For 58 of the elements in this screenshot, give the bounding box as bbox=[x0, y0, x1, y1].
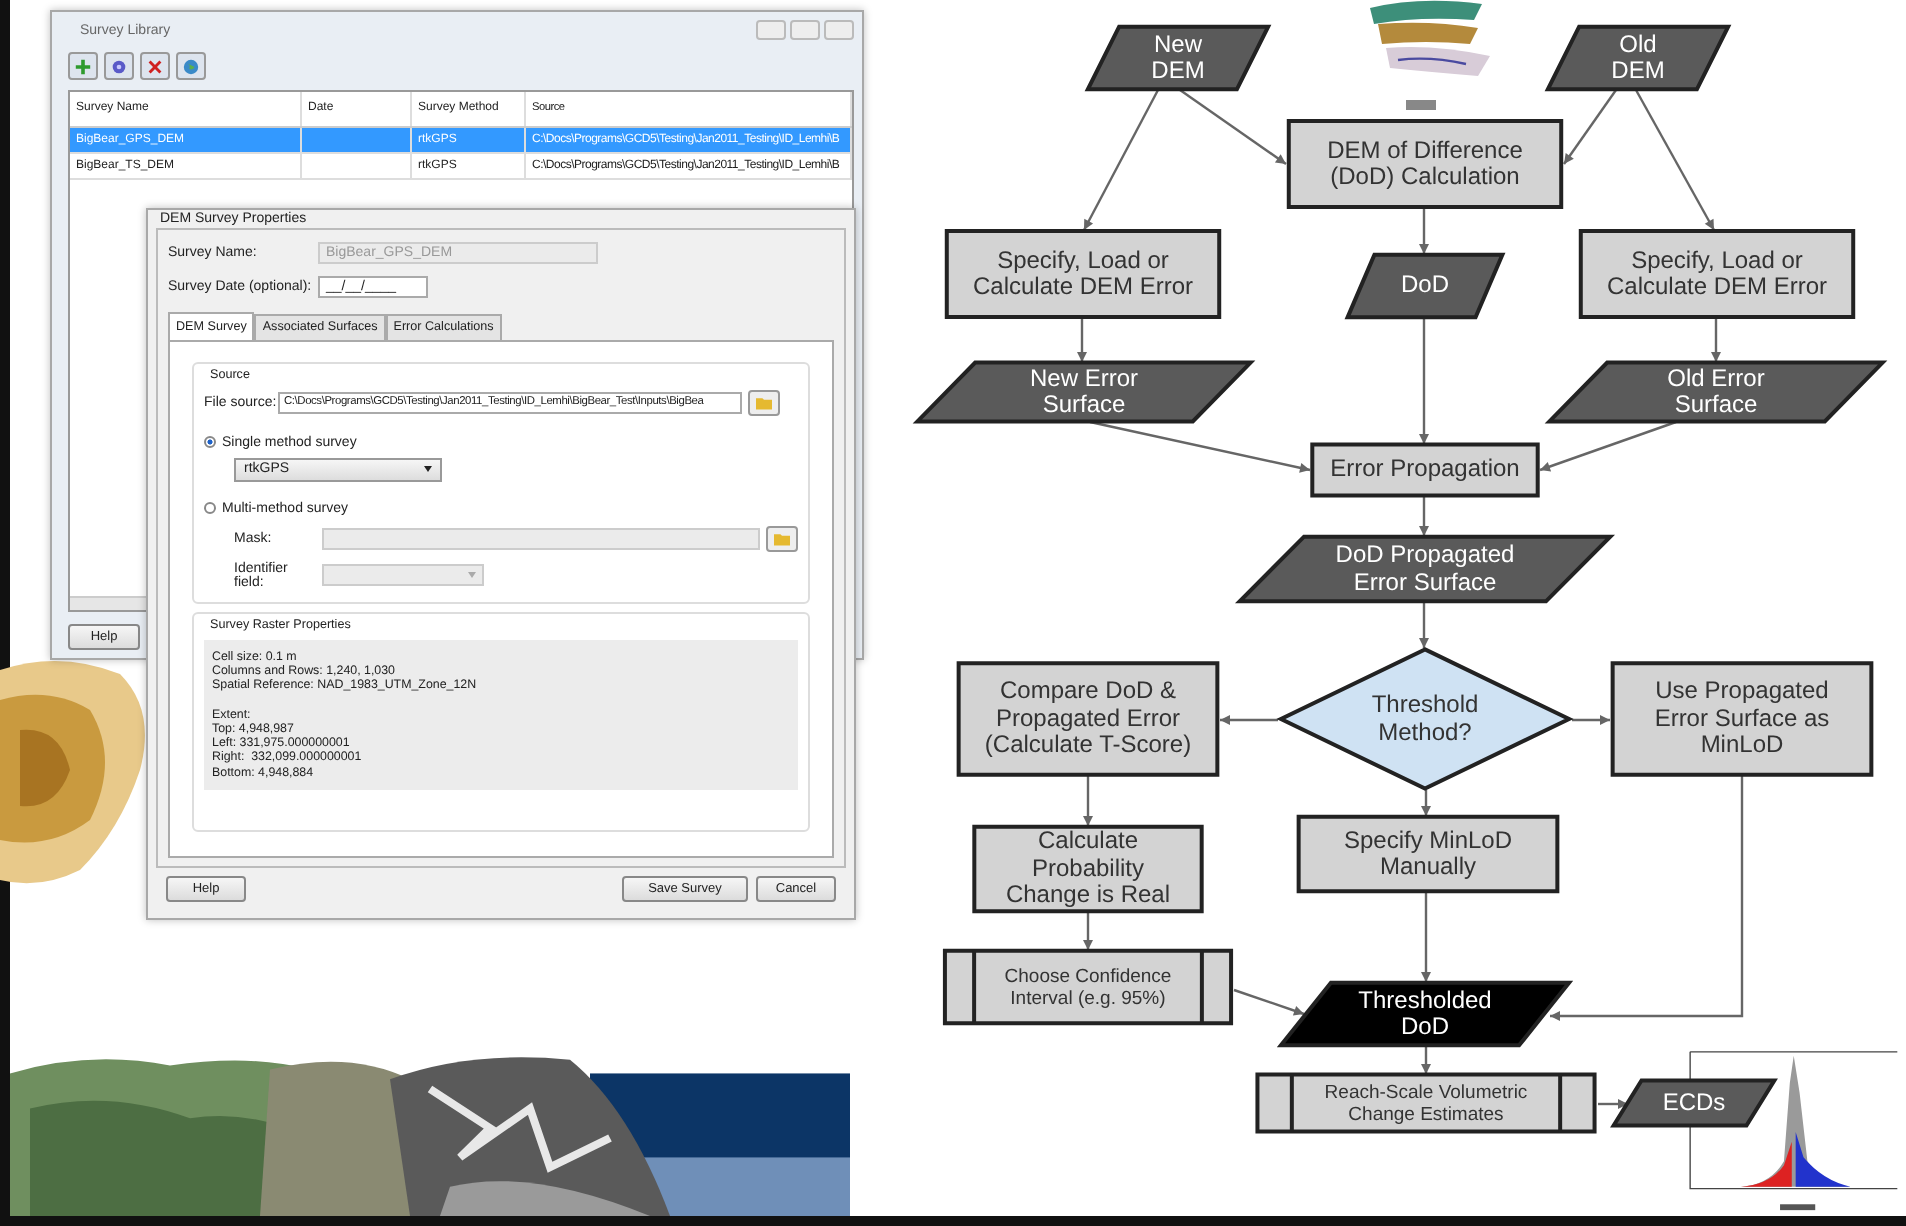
connector-arrow bbox=[1711, 318, 1721, 362]
data-node: Old Error Surface bbox=[1546, 362, 1886, 422]
mask-field[interactable] bbox=[321, 527, 761, 550]
connector-arrow bbox=[1419, 496, 1429, 536]
close-button[interactable] bbox=[824, 20, 854, 40]
connector-arrow bbox=[1421, 1046, 1431, 1074]
connector-arrow bbox=[1634, 89, 1716, 231]
connector-arrow bbox=[1539, 420, 1677, 472]
connector-arrow bbox=[1179, 89, 1287, 165]
folder-icon bbox=[774, 531, 791, 546]
connector-arrow bbox=[1419, 208, 1429, 254]
browse-button[interactable] bbox=[766, 525, 798, 552]
connector-arrow bbox=[1419, 602, 1429, 648]
connector-arrow bbox=[1077, 318, 1087, 362]
add-button[interactable] bbox=[68, 52, 98, 80]
maximize-button[interactable] bbox=[790, 20, 820, 40]
connector-arrow bbox=[1563, 89, 1617, 165]
globe-button[interactable] bbox=[176, 52, 206, 80]
globe-icon bbox=[182, 57, 200, 75]
subprocess-step: Reach-Scale Volumetric Change Estimates bbox=[1254, 1074, 1598, 1132]
process-step: Error Propagation bbox=[1310, 444, 1540, 496]
connector-arrow bbox=[1572, 715, 1610, 725]
delete-button[interactable] bbox=[140, 52, 170, 80]
process-step: Specify, Load or Calculate DEM Error bbox=[1578, 230, 1856, 318]
data-node: New DEM bbox=[1086, 26, 1270, 90]
connector-arrow bbox=[1082, 89, 1160, 231]
data-node: ECDs bbox=[1612, 1080, 1776, 1126]
connector-arrow bbox=[1220, 715, 1278, 725]
folder-icon bbox=[756, 395, 772, 410]
connector-arrow bbox=[1083, 776, 1093, 826]
process-step: Calculate Probability Change is Real bbox=[972, 826, 1204, 912]
delete-icon bbox=[146, 57, 164, 75]
connector-arrow bbox=[1421, 790, 1431, 816]
radio-button[interactable] bbox=[204, 436, 216, 449]
connector-arrow bbox=[1083, 912, 1093, 950]
connector-arrow bbox=[1233, 988, 1305, 1016]
process-step: Specify MinLoD Manually bbox=[1296, 816, 1560, 892]
identifier-dropdown[interactable] bbox=[322, 564, 484, 587]
connector-arrow bbox=[1421, 892, 1431, 982]
caret-icon bbox=[468, 572, 476, 579]
data-node: DoD bbox=[1346, 254, 1504, 318]
data-node: New Error Surface bbox=[914, 362, 1254, 422]
process-step: Compare DoD & Propagated Error (Calculate T-Score) bbox=[956, 662, 1220, 776]
radio-button[interactable] bbox=[204, 502, 216, 515]
edit-button[interactable] bbox=[104, 52, 134, 80]
browse-button[interactable] bbox=[748, 389, 780, 416]
caret-icon bbox=[424, 466, 432, 473]
decision-node: Threshold Method? bbox=[1278, 648, 1572, 790]
process-step: Specify, Load or Calculate DEM Error bbox=[944, 230, 1222, 318]
data-node: Old DEM bbox=[1546, 26, 1730, 90]
process-step: Use Propagated Error Surface as MinLoD bbox=[1610, 662, 1874, 776]
data-node: DoD Propagated Error Surface bbox=[1236, 536, 1614, 602]
subprocess-step: Choose Confidence Interval (e.g. 95%) bbox=[942, 950, 1234, 1024]
connector-arrow bbox=[1419, 318, 1429, 444]
plus-icon bbox=[74, 57, 92, 75]
minimize-button[interactable] bbox=[756, 20, 786, 40]
output-node: Thresholded DoD bbox=[1278, 982, 1572, 1046]
process-step: DEM of Difference (DoD) Calculation bbox=[1286, 120, 1564, 208]
